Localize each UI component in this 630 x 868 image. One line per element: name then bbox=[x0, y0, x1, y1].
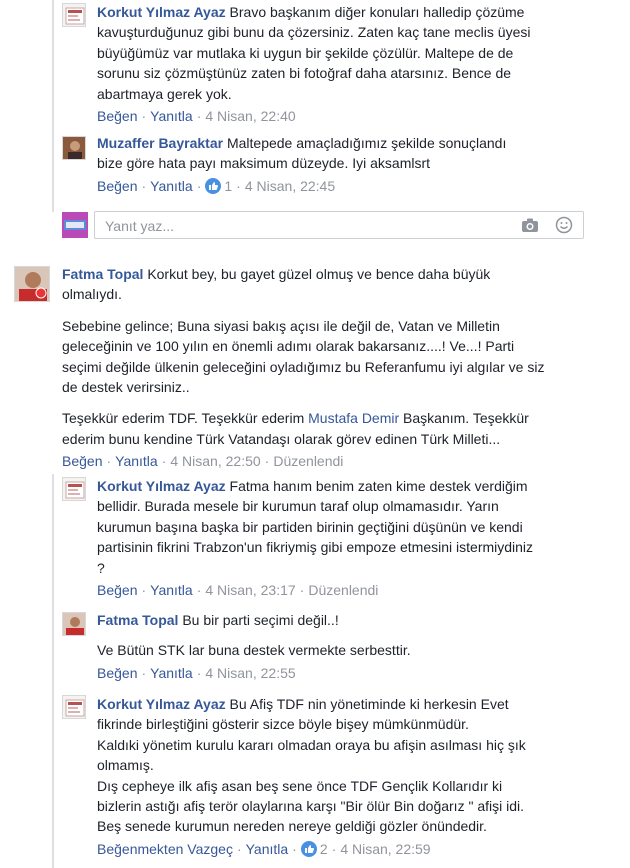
avatar[interactable] bbox=[14, 266, 50, 302]
timestamp[interactable]: 4 Nisan, 23:17 bbox=[205, 582, 295, 598]
comment-author[interactable]: Fatma Topal bbox=[97, 612, 178, 628]
reply-thread-line bbox=[52, 0, 54, 212]
like-link[interactable]: Beğen bbox=[97, 582, 137, 598]
like-link[interactable]: Beğen bbox=[97, 178, 137, 194]
user-avatar-image bbox=[62, 212, 88, 238]
timestamp[interactable]: 4 Nisan, 22:50 bbox=[170, 453, 260, 469]
comment-actions: Beğen · Yanıtla · 4 Nisan, 22:40 bbox=[97, 108, 296, 125]
comment-text: olmamış. bbox=[97, 757, 154, 774]
reply-link[interactable]: Yanıtla bbox=[150, 665, 193, 681]
comment-paragraph: Ve Bütün STK lar buna destek vermekte se… bbox=[97, 642, 411, 659]
comment-text: sorunu siz çözmüştünüz zaten bi fotoğraf… bbox=[97, 65, 512, 82]
comment-text: fikrinde birleştiğini gösterir sizce böy… bbox=[97, 716, 469, 733]
reply-link[interactable]: Yanıtla bbox=[150, 108, 193, 124]
comment-text: Beş senede kurumun nereden nereye geldiğ… bbox=[97, 818, 487, 835]
timestamp[interactable]: 4 Nisan, 22:40 bbox=[205, 108, 295, 124]
like-link[interactable]: Beğen bbox=[62, 453, 102, 469]
reaction-count[interactable]: 1 bbox=[205, 177, 232, 194]
comment-actions: Beğen · Yanıtla · 1 · 4 Nisan, 22:45 bbox=[97, 177, 336, 194]
comment-text: Korkut bey, bu gayet güzel olmuş ve benc… bbox=[147, 266, 491, 282]
comment-text: Maltepede amaçladığımız şekilde sonuçlan… bbox=[226, 135, 507, 151]
mention-link[interactable]: Mustafa Demir bbox=[308, 410, 399, 426]
comment-text: kavuşturduğunuz gibi bunu da çözersiniz.… bbox=[97, 24, 531, 41]
avatar-image bbox=[63, 613, 85, 635]
avatar[interactable] bbox=[62, 612, 86, 636]
avatar-image bbox=[65, 7, 85, 25]
comment-text: kurumun başına başka bir partiden birini… bbox=[97, 518, 523, 535]
reply-input[interactable] bbox=[103, 217, 507, 235]
comment-text: Kaldıki yönetim kurulu kararı olmadan or… bbox=[97, 736, 526, 753]
comment-text: ? bbox=[97, 559, 105, 576]
comment-actions: Beğen · Yanıtla · 4 Nisan, 22:50 · Düzenlendi bbox=[62, 453, 344, 470]
comment-text: bellidir. Burada mesele bir kurumun tara… bbox=[97, 498, 499, 515]
avatar[interactable] bbox=[62, 477, 86, 501]
reply-link[interactable]: Yanıtla bbox=[150, 582, 193, 598]
timestamp[interactable]: 4 Nisan, 22:45 bbox=[245, 178, 335, 194]
avatar[interactable] bbox=[62, 136, 86, 160]
camera-icon[interactable] bbox=[521, 217, 539, 238]
comment-text: olmalıydı. bbox=[62, 286, 122, 303]
comment-paragraph: Sebebine gelince; Buna siyasi bakış açıs… bbox=[62, 317, 545, 396]
edited-label[interactable]: Düzenlendi bbox=[308, 582, 378, 598]
comment-text: bize göre hata payı maksimum düzeyde. Iy… bbox=[97, 155, 431, 172]
timestamp[interactable]: 4 Nisan, 22:59 bbox=[340, 841, 430, 857]
reply-link[interactable]: Yanıtla bbox=[115, 453, 158, 469]
comment-author[interactable]: Korkut Yılmaz Ayaz bbox=[97, 696, 226, 712]
comment-text: partisinin fikrini Trabzon'un fikriymiş … bbox=[97, 539, 534, 556]
comment-text: Bu bir parti seçimi değil..! bbox=[182, 612, 339, 628]
unlike-link[interactable]: Beğenmekten Vazgeç bbox=[97, 841, 233, 857]
like-link[interactable]: Beğen bbox=[97, 108, 137, 124]
avatar-image bbox=[65, 481, 85, 499]
reply-thread-line bbox=[52, 474, 54, 868]
reply-link[interactable]: Yanıtla bbox=[246, 841, 289, 857]
emoji-icon[interactable] bbox=[555, 216, 573, 239]
avatar[interactable] bbox=[62, 3, 86, 27]
comment-text: Bu Afiş TDF nin yönetiminde ki herkesin … bbox=[229, 696, 509, 712]
comment-text: bizlerin astığı afiş terör olaylarına ka… bbox=[97, 798, 524, 815]
avatar-image bbox=[15, 267, 49, 301]
edited-label[interactable]: Düzenlendi bbox=[273, 453, 343, 469]
reply-avatar bbox=[62, 212, 88, 238]
comment-author[interactable]: Muzaffer Bayraktar bbox=[97, 135, 223, 151]
comment-text: Bravo başkanım diğer konuları halledip ç… bbox=[229, 4, 525, 20]
comment-actions: Beğen · Yanıtla · 4 Nisan, 22:55 bbox=[97, 664, 296, 681]
comment-text: Dış cepheye ilk afiş asan beş sene önce … bbox=[97, 777, 503, 794]
avatar-image bbox=[65, 699, 85, 717]
avatar-image bbox=[63, 137, 85, 159]
comment-author[interactable]: Korkut Yılmaz Ayaz bbox=[97, 478, 226, 494]
comment-actions: Beğenmekten Vazgeç · Yanıtla · 2 · 4 Nisan, 22… bbox=[97, 840, 431, 857]
comment-text: abartmaya gerek yok. bbox=[97, 85, 232, 102]
reaction-count[interactable]: 2 bbox=[300, 840, 328, 857]
comment-author[interactable]: Fatma Topal bbox=[62, 266, 143, 282]
like-reaction-icon bbox=[205, 177, 222, 194]
comment-author[interactable]: Korkut Yılmaz Ayaz bbox=[97, 4, 226, 20]
comment-actions: Beğen · Yanıtla · 4 Nisan, 23:17 · Düzenlendi bbox=[97, 582, 379, 599]
comment-paragraph: Teşekkür ederim TDF. Teşekkür ederim Mus… bbox=[62, 410, 529, 447]
avatar[interactable] bbox=[62, 695, 86, 719]
reply-input-box[interactable] bbox=[94, 211, 584, 239]
like-reaction-icon bbox=[300, 840, 317, 857]
reply-link[interactable]: Yanıtla bbox=[150, 178, 193, 194]
like-link[interactable]: Beğen bbox=[97, 665, 137, 681]
comment-text: Fatma hanım benim zaten kime destek verd… bbox=[229, 478, 528, 494]
comment-text: büyüğümüz var mutlaka ki uygun bir şekil… bbox=[97, 44, 514, 61]
timestamp[interactable]: 4 Nisan, 22:55 bbox=[205, 665, 295, 681]
